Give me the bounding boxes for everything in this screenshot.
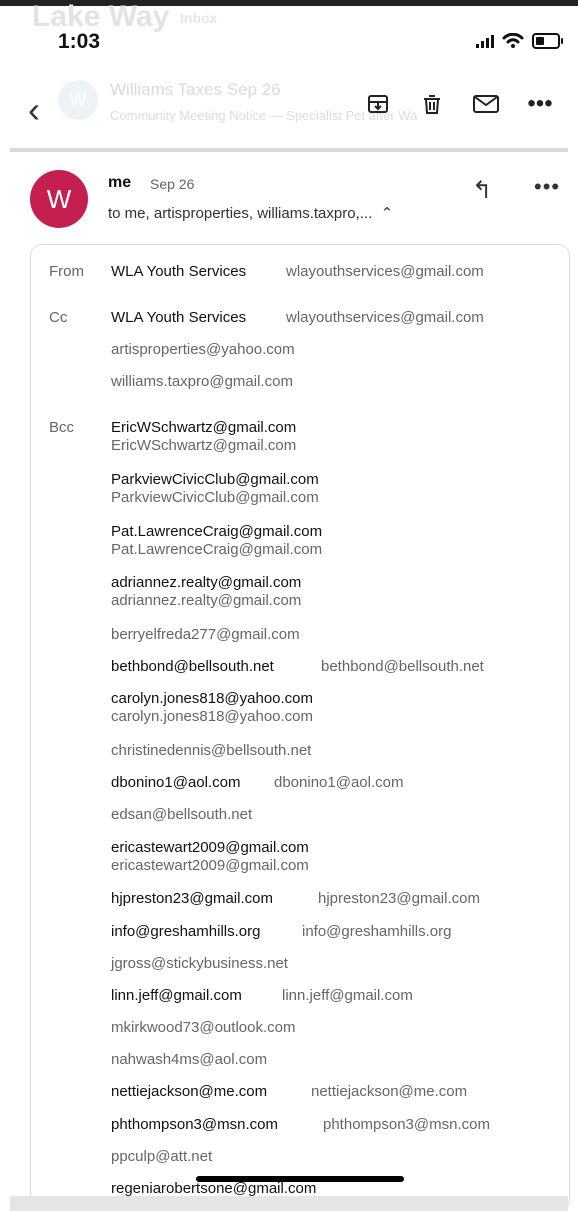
background-sender: Williams Taxes Sep 26	[110, 80, 281, 99]
bcc-row: edsan@bellsouth.net	[31, 806, 569, 830]
reply-icon[interactable]: ↰	[472, 176, 492, 205]
bottom-edge	[10, 1196, 568, 1211]
bcc-email-secondary[interactable]: ParkviewCivicClub@gmail.com	[111, 489, 319, 506]
bcc-email-secondary[interactable]: EricWSchwartz@gmail.com	[111, 437, 296, 454]
bcc-email[interactable]: EricWSchwartz@gmail.com	[111, 419, 296, 436]
bcc-row: dbonino1@aol.com dbonino1@aol.com	[31, 774, 569, 798]
sender-name: me	[108, 174, 132, 191]
archive-icon[interactable]	[364, 90, 392, 118]
bcc-row: phthompson3@msn.com phthompson3@msn.com	[31, 1116, 569, 1140]
bcc-email[interactable]: nahwash4ms@aol.com	[111, 1051, 267, 1068]
bcc-email[interactable]: linn.jeff@gmail.com	[111, 987, 242, 1004]
bcc-row: linn.jeff@gmail.com linn.jeff@gmail.com	[31, 987, 569, 1011]
background-avatar: W	[58, 80, 98, 120]
status-icons	[476, 33, 563, 49]
cc-extra-email[interactable]: williams.taxpro@gmail.com	[111, 373, 293, 390]
header-divider	[10, 148, 568, 152]
bcc-row: ParkviewCivicClub@gmail.com ParkviewCivic…	[31, 471, 569, 511]
cc-row: Cc WLA Youth Services wlayouthservices@g…	[31, 309, 569, 333]
bcc-email[interactable]: ParkviewCivicClub@gmail.com	[111, 471, 319, 488]
message-header: W me Sep 26 to me, artisproperties, will…	[30, 170, 560, 240]
bcc-email[interactable]: ppculp@att.net	[111, 1148, 212, 1165]
bcc-email[interactable]: edsan@bellsouth.net	[111, 806, 252, 823]
back-button[interactable]: ‹	[28, 92, 40, 128]
status-time: 1:03	[58, 30, 101, 53]
sender-avatar: W	[30, 170, 88, 228]
bcc-row: jgross@stickybusiness.net	[31, 955, 569, 979]
from-name[interactable]: WLA Youth Services	[111, 263, 246, 280]
cc-extra-row: artisproperties@yahoo.com	[31, 341, 569, 365]
message-date: Sep 26	[150, 176, 195, 192]
bcc-row: carolyn.jones818@yahoo.com carolyn.jones8…	[31, 690, 569, 730]
signal-icon	[476, 34, 494, 48]
bcc-email-secondary[interactable]: nettiejackson@me.com	[311, 1083, 467, 1100]
mail-icon[interactable]	[472, 90, 500, 118]
bcc-email[interactable]: carolyn.jones818@yahoo.com	[111, 690, 313, 707]
cc-label: Cc	[49, 309, 68, 326]
bcc-email[interactable]: info@greshamhills.org	[111, 923, 260, 940]
bcc-email[interactable]: ericastewart2009@gmail.com	[111, 839, 309, 856]
recipient-details: From WLA Youth Services wlayouthservices…	[30, 244, 570, 1211]
cc-extra-email[interactable]: artisproperties@yahoo.com	[111, 341, 295, 358]
cc-extra-row: williams.taxpro@gmail.com	[31, 373, 569, 397]
background-title: Lake Way	[32, 0, 170, 33]
bcc-email[interactable]: hjpreston23@gmail.com	[111, 890, 273, 907]
bcc-row: info@greshamhills.org info@greshamhills.o…	[31, 923, 569, 947]
toolbar-actions: •••	[364, 90, 554, 118]
bcc-email-secondary[interactable]: hjpreston23@gmail.com	[318, 890, 480, 907]
bcc-row: Bcc EricWSchwartz@gmail.com EricWSchwart…	[31, 419, 569, 459]
bcc-row: ericastewart2009@gmail.com ericastewart20…	[31, 839, 569, 879]
bcc-email[interactable]: nettiejackson@me.com	[111, 1083, 267, 1100]
recipient-summary[interactable]: to me, artisproperties, williams.taxpro,…	[108, 204, 393, 222]
battery-icon	[532, 33, 563, 49]
bcc-email[interactable]: jgross@stickybusiness.net	[111, 955, 288, 972]
message-more-icon[interactable]: •••	[534, 174, 560, 200]
cc-email[interactable]: wlayouthservices@gmail.com	[286, 309, 484, 326]
bcc-label: Bcc	[49, 419, 75, 436]
bcc-email-secondary[interactable]: carolyn.jones818@yahoo.com	[111, 708, 313, 725]
bcc-email-secondary[interactable]: info@greshamhills.org	[302, 923, 451, 940]
from-row: From WLA Youth Services wlayouthservices…	[31, 263, 569, 287]
bcc-row: hjpreston23@gmail.com hjpreston23@gmail.c…	[31, 890, 569, 914]
bcc-email[interactable]: berryelfreda277@gmail.com	[111, 626, 300, 643]
bcc-email[interactable]: Pat.LawrenceCraig@gmail.com	[111, 523, 322, 540]
screen: Lake Way Inbox 1:03 ‹ W Williams Taxes S…	[0, 0, 578, 1211]
bcc-email[interactable]: phthompson3@msn.com	[111, 1116, 278, 1133]
bcc-row: Pat.LawrenceCraig@gmail.com Pat.LawrenceC…	[31, 523, 569, 563]
bcc-email[interactable]: dbonino1@aol.com	[111, 774, 240, 791]
bcc-row: adriannez.realty@gmail.com adriannez.real…	[31, 574, 569, 614]
bcc-email-secondary[interactable]: adriannez.realty@gmail.com	[111, 592, 301, 609]
more-options-icon[interactable]: •••	[526, 90, 554, 118]
bcc-row: nahwash4ms@aol.com	[31, 1051, 569, 1075]
bcc-email[interactable]: christinedennis@bellsouth.net	[111, 742, 311, 759]
bcc-email-secondary[interactable]: bethbond@bellsouth.net	[321, 658, 484, 675]
bcc-email[interactable]: mkirkwood73@outlook.com	[111, 1019, 295, 1036]
from-email[interactable]: wlayouthservices@gmail.com	[286, 263, 484, 280]
from-label: From	[49, 263, 84, 280]
home-indicator	[196, 1176, 404, 1182]
background-folder-label: Inbox	[180, 10, 218, 26]
bcc-email-secondary[interactable]: Pat.LawrenceCraig@gmail.com	[111, 541, 322, 558]
wifi-icon	[502, 33, 524, 48]
bcc-email[interactable]: bethbond@bellsouth.net	[111, 658, 274, 675]
message-toolbar: ‹ W Williams Taxes Sep 26 Community Meet…	[10, 66, 568, 148]
bcc-row: mkirkwood73@outlook.com	[31, 1019, 569, 1043]
bcc-row: nettiejackson@me.com nettiejackson@me.com	[31, 1083, 569, 1107]
bcc-email[interactable]: regeniarobertsone@gmail.com	[111, 1180, 316, 1197]
bcc-email-secondary[interactable]: phthompson3@msn.com	[323, 1116, 490, 1133]
trash-icon[interactable]	[418, 90, 446, 118]
bcc-row: christinedennis@bellsouth.net	[31, 742, 569, 766]
bcc-email[interactable]: adriannez.realty@gmail.com	[111, 574, 301, 591]
bcc-email-secondary[interactable]: linn.jeff@gmail.com	[282, 987, 413, 1004]
bcc-row: bethbond@bellsouth.net bethbond@bellsouth…	[31, 658, 569, 682]
bcc-email-secondary[interactable]: ericastewart2009@gmail.com	[111, 857, 309, 874]
bcc-email-secondary[interactable]: dbonino1@aol.com	[274, 774, 403, 791]
bcc-row: ppculp@att.net	[31, 1148, 569, 1172]
cc-name[interactable]: WLA Youth Services	[111, 309, 246, 326]
bcc-row: berryelfreda277@gmail.com	[31, 626, 569, 650]
